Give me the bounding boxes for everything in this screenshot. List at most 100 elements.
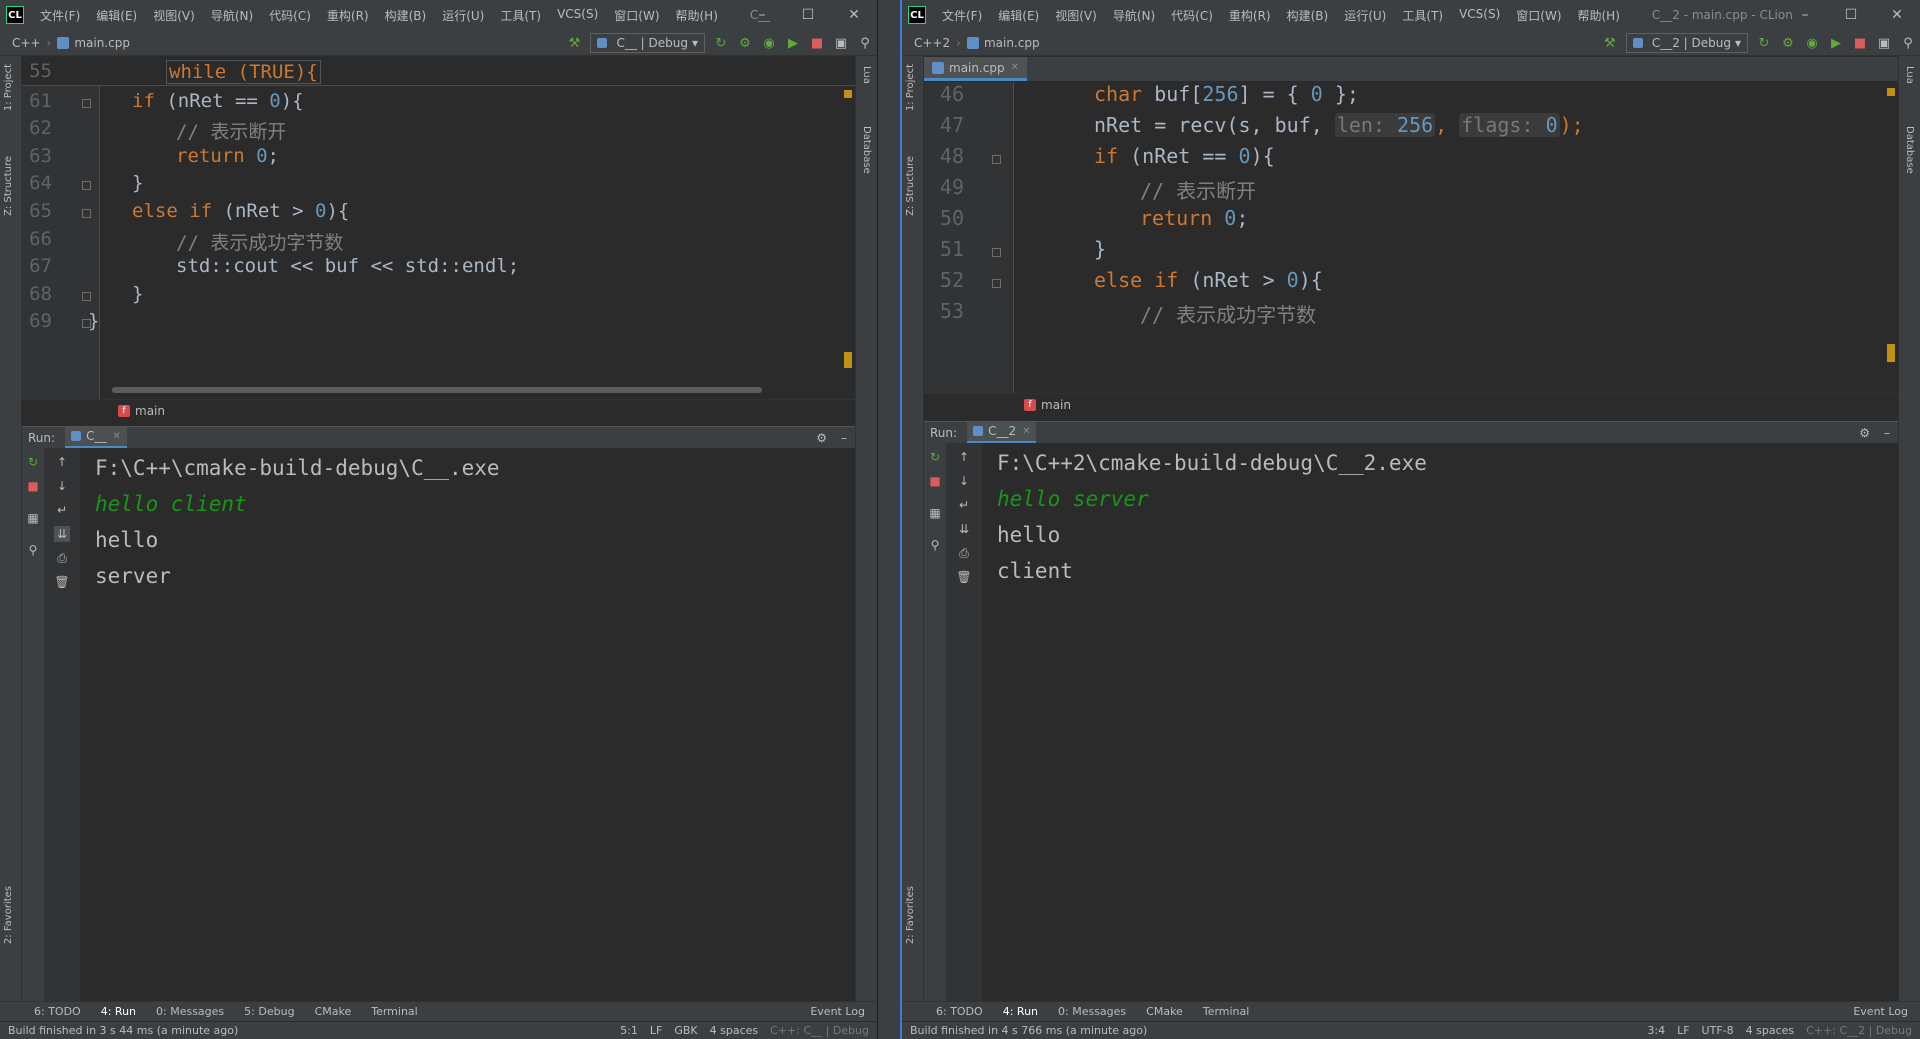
minimize-icon[interactable]: – — [739, 0, 785, 30]
stop-icon[interactable]: ■ — [1852, 35, 1868, 51]
fold-marker-icon[interactable] — [992, 155, 1001, 164]
run-tab[interactable]: C__ ✕ — [65, 426, 127, 449]
coverage-icon[interactable]: ◉ — [1804, 35, 1820, 51]
messages-tab[interactable]: 0: Messages — [1058, 1005, 1126, 1018]
file-encoding[interactable]: UTF-8 — [1702, 1024, 1734, 1037]
gear-icon[interactable]: ⚙ — [816, 431, 827, 445]
project-tool-tab[interactable]: 1: Project — [3, 64, 14, 111]
search-icon[interactable]: ⚲ — [857, 35, 873, 51]
menu-refactor[interactable]: 重构(R) — [1221, 7, 1279, 24]
profile-icon[interactable]: ▶ — [1828, 35, 1844, 51]
breadcrumb-function[interactable]: main — [1041, 398, 1071, 412]
warning-marker[interactable] — [1887, 344, 1895, 362]
menu-edit[interactable]: 编辑(E) — [88, 7, 145, 24]
menu-file[interactable]: 文件(F) — [32, 7, 88, 24]
structure-tool-tab[interactable]: Z: Structure — [905, 156, 916, 216]
menu-help[interactable]: 帮助(H) — [668, 7, 726, 24]
rerun-icon[interactable]: ↻ — [927, 449, 943, 465]
menu-code[interactable]: 代码(C) — [261, 7, 319, 24]
menu-view[interactable]: 视图(V) — [1047, 7, 1105, 24]
cmake-tab[interactable]: CMake — [315, 1005, 352, 1018]
favorites-tool-tab[interactable]: 2: Favorites — [905, 886, 916, 944]
fold-marker-icon[interactable] — [82, 209, 91, 218]
arrow-up-icon[interactable]: ↑ — [54, 454, 70, 470]
favorites-tool-tab[interactable]: 2: Favorites — [3, 886, 14, 944]
menu-window[interactable]: 窗口(W) — [1508, 7, 1569, 24]
caret-position[interactable]: 3:4 — [1647, 1024, 1665, 1037]
profile-icon[interactable]: ▶ — [785, 35, 801, 51]
fold-marker-icon[interactable] — [82, 98, 91, 108]
hide-panel-icon[interactable]: – — [841, 431, 847, 445]
close-tab-icon[interactable]: ✕ — [1022, 426, 1030, 437]
layout-icon[interactable]: ▦ — [25, 510, 41, 526]
menu-navigate[interactable]: 导航(N) — [1105, 7, 1163, 24]
maximize-icon[interactable]: ☐ — [785, 0, 831, 30]
close-tab-icon[interactable]: ✕ — [112, 431, 120, 442]
event-log-tab[interactable]: Event Log — [1853, 1005, 1908, 1018]
horizontal-scrollbar[interactable] — [112, 387, 762, 393]
rerun-icon[interactable]: ↻ — [1756, 35, 1772, 51]
close-icon[interactable]: ✕ — [831, 0, 877, 30]
editor-tab-main-cpp[interactable]: main.cpp ✕ — [924, 57, 1028, 81]
gear-icon[interactable]: ⚙ — [1859, 426, 1870, 440]
warning-marker[interactable] — [844, 90, 852, 98]
scroll-to-end-icon[interactable]: ⇊ — [54, 526, 70, 542]
lua-tool-tab[interactable]: Lua — [1904, 66, 1915, 84]
project-tool-tab[interactable]: 1: Project — [905, 64, 916, 111]
breadcrumb-project[interactable]: C++2 — [914, 36, 950, 50]
context-selector[interactable]: C++: C__2 | Debug — [1806, 1024, 1912, 1037]
terminal-tab[interactable]: Terminal — [371, 1005, 418, 1018]
close-icon[interactable]: ✕ — [1874, 0, 1920, 30]
todo-tab[interactable]: 6: TODO — [34, 1005, 81, 1018]
menu-window[interactable]: 窗口(W) — [606, 7, 667, 24]
pin-icon[interactable]: ⚲ — [927, 537, 943, 553]
layout-icon[interactable]: ▣ — [833, 35, 849, 51]
terminal-tab[interactable]: Terminal — [1203, 1005, 1250, 1018]
arrow-down-icon[interactable]: ↓ — [54, 478, 70, 494]
scroll-to-end-icon[interactable]: ⇊ — [956, 521, 972, 537]
stop-icon[interactable]: ■ — [25, 478, 41, 494]
line-separator[interactable]: LF — [650, 1024, 662, 1037]
run-config-select[interactable]: C__2 | Debug ▾ — [1625, 33, 1748, 53]
console-output[interactable]: F:\C++\cmake-build-debug\C__.exe hello c… — [80, 448, 855, 1001]
database-tool-tab[interactable]: Database — [1904, 126, 1915, 174]
menu-vcs[interactable]: VCS(S) — [549, 7, 606, 24]
menu-edit[interactable]: 编辑(E) — [990, 7, 1047, 24]
sticky-scroll-line[interactable]: 55 while (TRUE){ — [22, 56, 855, 86]
warning-marker[interactable] — [844, 352, 852, 368]
indent-setting[interactable]: 4 spaces — [1746, 1024, 1795, 1037]
menu-navigate[interactable]: 导航(N) — [203, 7, 261, 24]
coverage-icon[interactable]: ◉ — [761, 35, 777, 51]
code-editor[interactable]: 55 while (TRUE){ 60nRet = recv(sClient, … — [22, 56, 855, 399]
menu-code[interactable]: 代码(C) — [1163, 7, 1221, 24]
line-separator[interactable]: LF — [1677, 1024, 1689, 1037]
build-hammer-icon[interactable]: ⚒ — [1602, 35, 1618, 51]
event-log-tab[interactable]: Event Log — [810, 1005, 865, 1018]
menu-run[interactable]: 运行(U) — [434, 7, 492, 24]
close-tab-icon[interactable]: ✕ — [1011, 62, 1019, 73]
soft-wrap-icon[interactable]: ↵ — [54, 502, 70, 518]
pin-icon[interactable]: ⚲ — [25, 542, 41, 558]
debug-bug-icon[interactable]: ⚙ — [737, 35, 753, 51]
messages-tab[interactable]: 0: Messages — [156, 1005, 224, 1018]
debug-tab[interactable]: 5: Debug — [244, 1005, 294, 1018]
stop-icon[interactable]: ■ — [809, 35, 825, 51]
menu-tools[interactable]: 工具(T) — [492, 7, 549, 24]
soft-wrap-icon[interactable]: ↵ — [956, 497, 972, 513]
layout-icon[interactable]: ▣ — [1876, 35, 1892, 51]
menu-vcs[interactable]: VCS(S) — [1451, 7, 1508, 24]
breadcrumb-file[interactable]: main.cpp — [984, 36, 1040, 50]
menu-build[interactable]: 构建(B) — [1279, 7, 1337, 24]
menu-tools[interactable]: 工具(T) — [1394, 7, 1451, 24]
rerun-icon[interactable]: ↻ — [25, 454, 41, 470]
arrow-up-icon[interactable]: ↑ — [956, 449, 972, 465]
status-message[interactable]: Build finished in 3 s 44 ms (a minute ag… — [8, 1024, 238, 1037]
breadcrumb-function[interactable]: main — [135, 404, 165, 418]
stop-icon[interactable]: ■ — [927, 473, 943, 489]
structure-tool-tab[interactable]: Z: Structure — [3, 156, 14, 216]
menu-build[interactable]: 构建(B) — [377, 7, 435, 24]
trash-icon[interactable]: 🗑 — [956, 569, 972, 585]
menu-help[interactable]: 帮助(H) — [1570, 7, 1628, 24]
code-editor[interactable]: 46 char buf[256] = { 0 }; 47 nRet = recv(s,… — [924, 82, 1898, 393]
run-config-select[interactable]: C__ | Debug ▾ — [590, 33, 705, 53]
